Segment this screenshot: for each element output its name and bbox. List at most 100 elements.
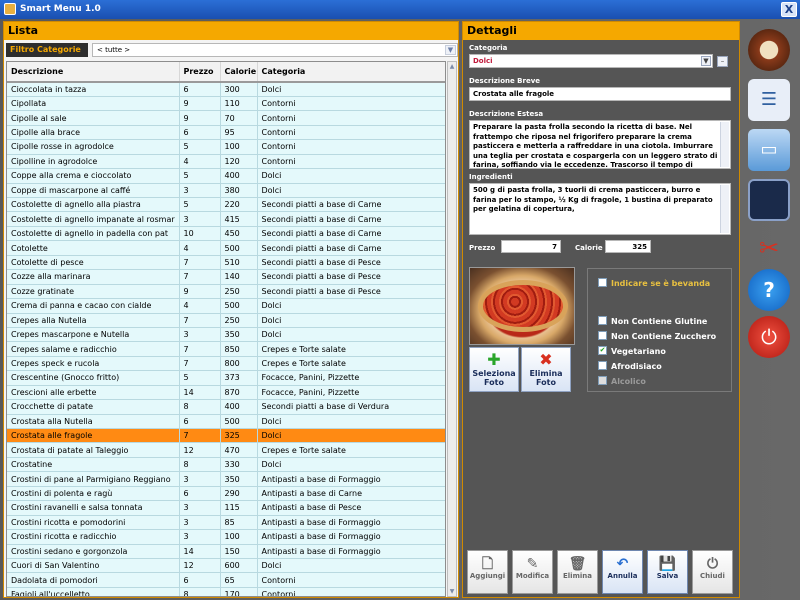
table-row[interactable]: Crostini di pane al Parmigiano Reggiano 3… [7,471,445,487]
close-window-button[interactable]: X [781,2,797,17]
cell-categoria: Focacce, Panini, Pizzette [257,370,445,386]
table-row[interactable]: Crocchette di patate 8 400 Secondi piatti a… [7,399,445,415]
table-row[interactable]: Costolette di agnello alla piastra 5 220 Se… [7,197,445,213]
category-filter-select[interactable]: < tutte > ▼ [92,43,458,57]
afrodisiaco-checkbox[interactable]: Afrodisiaco [598,361,662,374]
table-row[interactable]: Crostini ricotta e pomodorini 3 85 Antipast… [7,515,445,531]
table-row[interactable]: Crostata di patate al Taleggio 12 470 Crepe… [7,442,445,458]
menu-plate-icon[interactable] [748,29,790,71]
table-row[interactable]: Cipolline in agrodolce 4 120 Contorni [7,154,445,170]
chevron-down-icon[interactable]: ▼ [701,56,711,66]
cell-categoria: Contorni [257,587,445,596]
chiudi-button[interactable]: ⏻ Chiudi [692,550,733,594]
ingredienti-scrollbar[interactable] [720,185,729,233]
table-row[interactable]: Cipollata 9 110 Contorni [7,96,445,112]
table-header-row: Descrizione Prezzo Calorie Categoria [7,62,445,83]
table-row[interactable]: Cotolette 4 500 Secondi piatti a base di Ca… [7,240,445,256]
cell-descrizione: Cipollata [7,96,180,112]
table-row[interactable]: Costolette di agnello impanate al rosmar… [7,211,445,227]
no-glutine-checkbox[interactable]: Non Contiene Glutine [598,316,707,329]
descrizione-breve-input[interactable]: Crostata alle fragole [469,87,731,101]
calorie-input[interactable]: 325 [605,240,651,253]
table-row[interactable]: Cotolette di pesce 7 510 Secondi piatti a b… [7,255,445,271]
cell-prezzo: 3 [179,500,221,516]
cell-descrizione: Cipolle alla brace [7,125,180,141]
tools-icon[interactable]: ✂ [748,227,790,269]
checkbox-icon[interactable] [598,316,607,325]
cell-descrizione: Coppe alla crema e cioccolato [7,168,180,184]
table-row[interactable]: Crostini di polenta e ragù 6 290 Antipasti … [7,486,445,502]
memo-scrollbar[interactable] [720,122,729,167]
ingredienti-textarea[interactable]: 500 g di pasta frolla, 3 tuorli di crema… [469,183,731,235]
cell-calorie: 400 [220,168,258,184]
aggiungi-button[interactable]: 🗋 Aggiungi [467,550,508,594]
checkbox-icon[interactable] [598,376,607,385]
table-row[interactable]: Cipolle al sale 9 70 Contorni [7,110,445,126]
table-row[interactable]: Crema di panna e cacao con cialde 4 500 Dol… [7,298,445,314]
checkmark-icon[interactable]: ✔ [598,346,607,355]
vegetariano-checkbox[interactable]: ✔ Vegetariano [598,346,666,359]
table-row[interactable]: Crostini ravanelli e salsa tonnata 3 115 An… [7,500,445,516]
table-row[interactable]: Crostata alla Nutella 6 500 Dolci [7,414,445,430]
cell-prezzo: 6 [179,414,221,430]
column-header-calorie[interactable]: Calorie [220,62,258,83]
table-row[interactable]: Crescentine (Gnocco fritto) 5 373 Focacce, … [7,370,445,386]
elimina-foto-button[interactable]: ✖ Elimina Foto [521,347,571,392]
checkbox-icon[interactable] [598,361,607,370]
filter-row: Filtro Categorie < tutte > ▼ [6,43,458,57]
power-icon[interactable]: ⏻ [748,316,790,358]
cell-descrizione: Crostini di pane al Parmigiano Reggiano [7,471,180,487]
chevron-down-icon[interactable]: ▼ [445,45,456,55]
checkbox-icon[interactable] [598,331,607,340]
table-row[interactable]: Crepes salame e radicchio 7 850 Crepes e To… [7,341,445,357]
dish-photo [469,267,575,345]
list-tree-icon[interactable]: ☰ [748,79,790,121]
table-row[interactable]: Cioccolata in tazza 6 300 Dolci [7,82,445,97]
help-icon[interactable]: ? [748,269,790,311]
prezzo-input[interactable]: 7 [501,240,561,253]
table-row[interactable]: Cozze alla marinara 7 140 Secondi piatti a … [7,269,445,285]
table-row[interactable]: Fagioli all'uccelletto 8 170 Contorni [7,587,445,596]
table-row[interactable]: Coppe di mascarpone al caffé 3 380 Dolci [7,183,445,199]
table-row[interactable]: Crostata alle fragole 7 325 Dolci [7,428,445,444]
table-row[interactable]: Crostini ricotta e radicchio 3 100 Antipast… [7,529,445,545]
cell-descrizione: Crepes salame e radicchio [7,341,180,357]
modifica-button[interactable]: ✎ Modifica [512,550,553,594]
table-row[interactable]: Cozze gratinate 9 250 Secondi piatti a base… [7,284,445,300]
no-zucchero-checkbox[interactable]: Non Contiene Zucchero [598,331,716,344]
scroll-up-icon[interactable]: ▲ [448,62,456,71]
remove-category-button[interactable]: – [717,56,728,67]
categoria-select[interactable]: Dolci ▼ [469,54,713,68]
list-scrollbar[interactable]: ▲ ▼ [447,61,457,597]
table-row[interactable]: Dadolata di pomodori 6 65 Contorni [7,572,445,588]
table-row[interactable]: Crepes alla Nutella 7 250 Dolci [7,313,445,328]
table-row[interactable]: Crostini sedano e gorgonzola 14 150 Antipas… [7,544,445,559]
column-header-prezzo[interactable]: Prezzo [179,62,221,83]
descrizione-breve-label: Descrizione Breve [469,77,541,85]
table-row[interactable]: Cuori di San Valentino 12 600 Dolci [7,558,445,574]
bevanda-checkbox[interactable]: Indicare se è bevanda [598,278,710,291]
table-row[interactable]: Crepes mascarpone e Nutella 3 350 Dolci [7,327,445,343]
monitor-icon[interactable] [748,179,790,221]
cell-prezzo: 7 [179,356,221,372]
cell-categoria: Contorni [257,572,445,588]
elimina-button[interactable]: 🗑 Elimina [557,550,598,594]
table-row[interactable]: Crepes speck e rucola 7 800 Crepes e Torte … [7,356,445,372]
seleziona-foto-button[interactable]: ✚ Seleziona Foto [469,347,519,392]
checkbox-icon[interactable] [598,278,607,287]
alcolico-checkbox[interactable]: Alcolico [598,376,646,389]
table-row[interactable]: Crostatine 8 330 Dolci [7,457,445,473]
column-header-categoria[interactable]: Categoria [257,62,445,83]
table-row[interactable]: Coppe alla crema e cioccolato 5 400 Dolci [7,168,445,184]
table-row[interactable]: Cipolle rosse in agrodolce 5 100 Contorni [7,139,445,155]
salva-button[interactable]: 💾 Salva [647,550,688,594]
column-header-descrizione[interactable]: Descrizione [7,62,180,83]
annulla-button[interactable]: ↶ Annulla [602,550,643,594]
table-row[interactable]: Cipolle alla brace 6 95 Contorni [7,125,445,141]
descrizione-estesa-textarea[interactable]: Preparare la pasta frolla secondo la ric… [469,120,731,169]
folder-icon[interactable]: ▭ [748,129,790,171]
edit-icon: ✎ [526,556,539,572]
table-row[interactable]: Costolette di agnello in padella con pat… [7,226,445,242]
table-row[interactable]: Crescioni alle erbette 14 870 Focacce, Pani… [7,385,445,401]
scroll-down-icon[interactable]: ▼ [448,587,456,596]
